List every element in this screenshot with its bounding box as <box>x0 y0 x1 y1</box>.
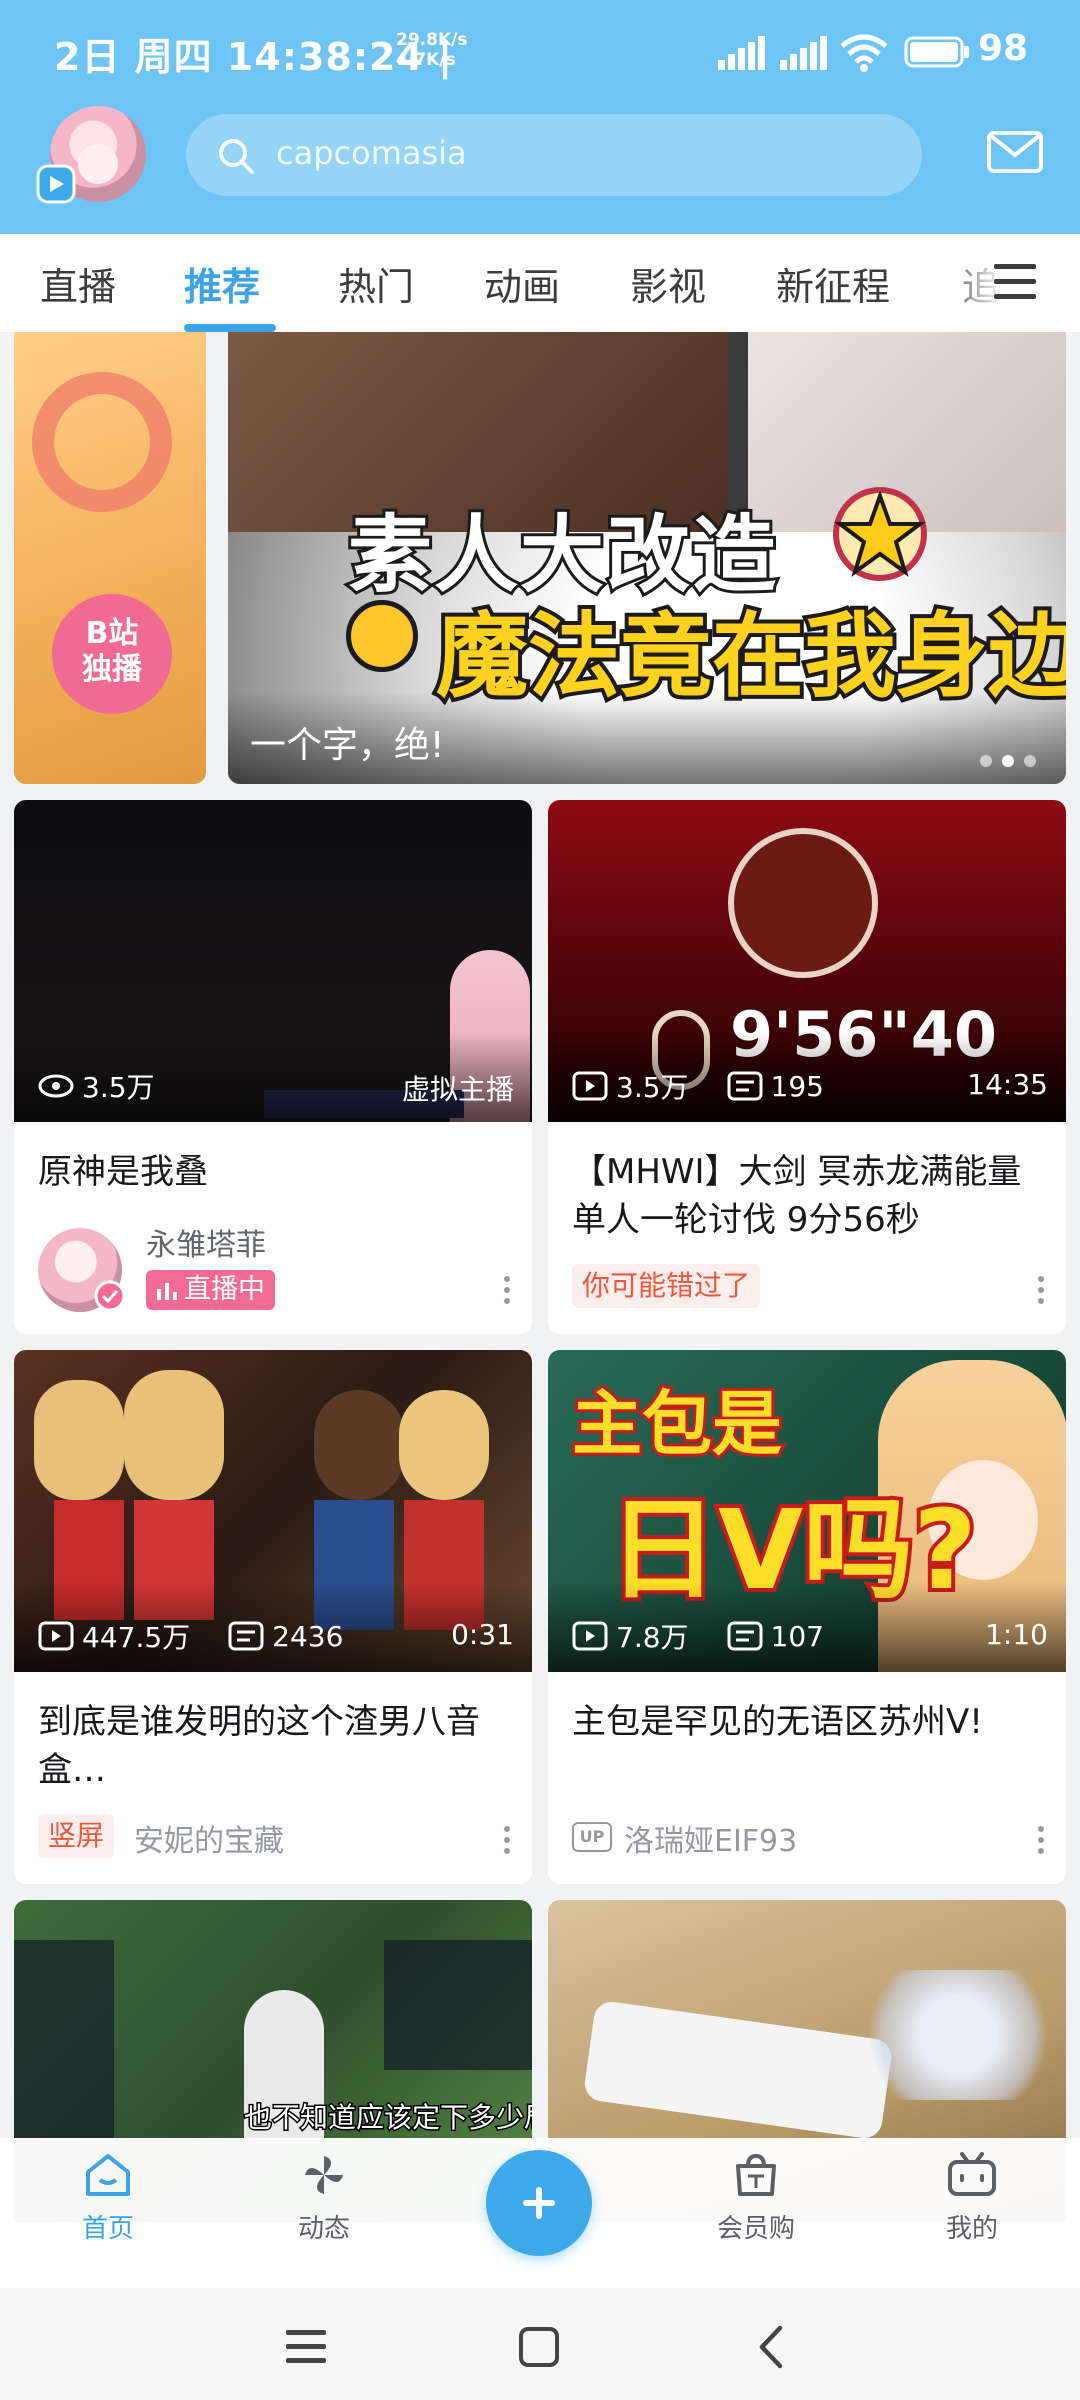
video-stats: 447.5万 2436 <box>38 1616 343 1656</box>
video-subtitle: 也不知道应该定下多少局 <box>242 2100 532 2136</box>
tab-live[interactable]: 直播 <box>40 256 116 311</box>
nav-dynamic[interactable]: 动态 <box>264 2152 384 2245</box>
video-card[interactable]: 447.5万 2436 0:31 到底是谁发明的这个渣男八音盒… 竖屏 安妮的宝… <box>14 1350 532 1884</box>
emoji-face-icon <box>346 600 418 672</box>
magic-star-icon <box>833 487 927 581</box>
danmaku-icon <box>727 1621 763 1651</box>
video-title: 【MHWI】大剑 冥赤龙满能量单人一轮讨伐 9分56秒 <box>572 1152 1022 1240</box>
cellular-signal-2-icon <box>780 36 827 70</box>
bilibili-exclusive-badge: B站 独播 <box>52 594 172 714</box>
live-bars-icon <box>157 1283 177 1300</box>
battery-level: 98 <box>978 28 1029 69</box>
active-tab-indicator <box>184 324 276 332</box>
views-icon <box>38 1074 74 1098</box>
back-icon[interactable] <box>756 2324 786 2370</box>
banner-prev-slide[interactable]: B站 独播 <box>14 332 206 784</box>
network-speed: 29.8K/s 4.7K/s <box>396 30 468 70</box>
vertical-video-tag: 竖屏 <box>38 1814 115 1858</box>
recent-apps-icon[interactable] <box>286 2328 328 2364</box>
shopping-bag-icon <box>736 2153 776 2196</box>
video-stats: 7.8万 107 <box>572 1616 824 1656</box>
author-name[interactable]: 洛瑞娅EIF93 <box>624 1816 797 1860</box>
tab-anime[interactable]: 动画 <box>484 256 560 311</box>
tab-new-journey[interactable]: 新征程 <box>776 256 890 311</box>
author-name[interactable]: 安妮的宝藏 <box>134 1816 284 1860</box>
battery-icon <box>904 36 969 68</box>
verified-icon <box>94 1280 126 1312</box>
video-card[interactable]: 9'56"40 3.5万 195 14:35 【MHWI】大剑 冥赤龙满能量单人… <box>548 800 1066 1334</box>
nav-mall[interactable]: 会员购 <box>696 2152 816 2245</box>
cellular-signal-icon <box>718 36 765 70</box>
banner-caption: 一个字，绝! <box>250 725 445 766</box>
banner-carousel[interactable]: 素人大改造 魔法竟在我身边 一个字，绝! <box>228 332 1066 784</box>
play-count-icon <box>38 1621 74 1651</box>
publish-button[interactable] <box>486 2150 592 2256</box>
top-header: 2日 周四 14:38:24 | 29.8K/s 4.7K/s 98 capco… <box>0 0 1080 234</box>
danmaku-icon <box>228 1621 264 1651</box>
tab-hot[interactable]: 热门 <box>338 256 414 311</box>
more-options-icon[interactable] <box>1038 1276 1044 1309</box>
video-title: 主包是罕见的无语区苏州V! <box>572 1702 983 1742</box>
live-shortcut-icon <box>36 164 76 204</box>
menu-icon[interactable] <box>994 262 1040 302</box>
play-count-icon <box>572 1071 608 1101</box>
nav-mine[interactable]: 我的 <box>912 2152 1032 2245</box>
video-duration: 0:31 <box>451 1618 514 1651</box>
tv-icon <box>948 2152 996 2196</box>
video-duration: 14:35 <box>967 1068 1048 1101</box>
status-time: 2日 周四 14:38:24 | <box>54 35 454 79</box>
home-button-icon[interactable] <box>518 2326 560 2368</box>
system-navigation-bar <box>0 2288 1080 2400</box>
search-placeholder: capcomasia <box>276 134 467 172</box>
more-options-icon[interactable] <box>1038 1826 1044 1859</box>
thumb-text-top: 主包是 <box>569 1380 785 1468</box>
tab-recommend[interactable]: 推荐 <box>184 256 260 311</box>
video-title: 原神是我叠 <box>38 1152 208 1192</box>
live-badge: 直播中 <box>146 1270 275 1310</box>
dynamic-pinwheel-icon <box>305 2156 343 2194</box>
video-stats: 3.5万 <box>38 1066 155 1106</box>
video-duration: 1:10 <box>985 1618 1048 1651</box>
more-options-icon[interactable] <box>504 1276 510 1309</box>
message-icon[interactable] <box>986 130 1044 174</box>
video-card[interactable]: 3.5万 虚拟主播 原神是我叠 永雏塔菲 直播中 <box>14 800 532 1334</box>
user-avatar[interactable] <box>36 106 148 208</box>
author-name[interactable]: 永雏塔菲 <box>146 1220 266 1264</box>
tab-film[interactable]: 影视 <box>630 256 706 311</box>
search-icon <box>219 139 254 174</box>
search-bar[interactable]: capcomasia <box>186 114 922 196</box>
video-title: 到底是谁发明的这个渣男八音盒… <box>38 1702 480 1790</box>
danmaku-icon <box>727 1071 763 1101</box>
category-label: 虚拟主播 <box>401 1073 514 1106</box>
status-bar: 2日 周四 14:38:24 | 29.8K/s 4.7K/s 98 <box>0 0 1080 100</box>
bottom-navigation: 首页 动态 会员购 我的 <box>0 2138 1080 2288</box>
home-icon <box>86 2154 130 2196</box>
more-options-icon[interactable] <box>504 1826 510 1859</box>
nav-home[interactable]: 首页 <box>48 2152 168 2245</box>
category-tabs: 直播 推荐 热门 动画 影视 新征程 追 <box>0 234 1080 332</box>
up-badge: UP <box>572 1822 612 1852</box>
video-stats: 3.5万 195 <box>572 1066 824 1106</box>
play-count-icon <box>572 1621 608 1651</box>
wifi-icon <box>840 34 888 72</box>
recommend-reason-tag: 你可能错过了 <box>572 1264 761 1308</box>
carousel-indicator <box>980 752 1046 771</box>
video-card[interactable]: 主包是 日V吗? 7.8万 107 1:10 主包是罕见的无语区苏州V! UP … <box>548 1350 1066 1884</box>
